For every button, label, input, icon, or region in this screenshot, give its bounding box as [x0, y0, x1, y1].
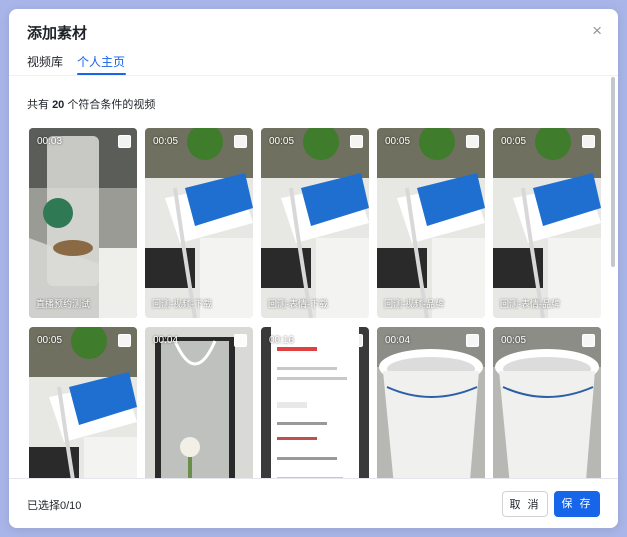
video-duration: 00:05: [269, 136, 295, 147]
video-card[interactable]: 00:16: [261, 327, 369, 478]
video-name: 回测-视频-品牌: [384, 299, 444, 309]
video-card[interactable]: 00:05 回测-视频-下载: [145, 128, 253, 318]
summary-count: 20: [52, 99, 65, 111]
active-tab-indicator: [77, 73, 126, 75]
video-duration: 00:05: [501, 136, 527, 147]
video-thumbnail: [261, 128, 369, 318]
video-thumbnail: [29, 128, 137, 318]
select-checkbox[interactable]: [118, 135, 131, 148]
video-card[interactable]: 00:05 回测-表情-品牌: [493, 128, 601, 318]
video-thumbnail: [493, 128, 601, 318]
select-checkbox[interactable]: [350, 135, 363, 148]
summary-suffix: 个符合条件的视频: [67, 99, 156, 111]
dialog-footer: 已选择0/10 取 消 保 存: [9, 478, 618, 528]
select-checkbox[interactable]: [350, 334, 363, 347]
video-card[interactable]: 00:05: [29, 327, 137, 478]
tab-personal-homepage[interactable]: 个人主页: [77, 53, 125, 70]
save-button[interactable]: 保 存: [554, 491, 600, 517]
video-card[interactable]: 00:05 回测-表情-下载: [261, 128, 369, 318]
select-checkbox[interactable]: [466, 334, 479, 347]
select-checkbox[interactable]: [582, 334, 595, 347]
video-duration: 00:03: [37, 136, 63, 147]
video-thumbnail: [377, 327, 485, 478]
cancel-button[interactable]: 取 消: [502, 491, 548, 517]
video-name: 回测-表情-下载: [268, 299, 328, 309]
summary-prefix: 共有: [27, 99, 49, 111]
video-thumbnail: [145, 327, 253, 478]
video-duration: 00:04: [385, 335, 411, 346]
video-card[interactable]: 00:03 直播预约测试: [29, 128, 137, 318]
tab-bar: 视频库 个人主页: [9, 49, 618, 76]
tab-video-library[interactable]: 视频库: [27, 53, 63, 70]
video-thumbnail: [493, 327, 601, 478]
video-thumbnail: [261, 327, 369, 478]
select-checkbox[interactable]: [234, 135, 247, 148]
result-summary: 共有 20 个符合条件的视频: [27, 96, 155, 112]
select-checkbox[interactable]: [466, 135, 479, 148]
scrollbar[interactable]: [611, 75, 615, 480]
video-name: 回测-视频-下载: [152, 299, 212, 309]
video-duration: 00:05: [153, 136, 179, 147]
video-duration: 00:05: [385, 136, 411, 147]
video-grid: 00:03 直播预约测试 00:05 回测-视频-下载 00:05 回测-表情-下载 00:…: [29, 128, 601, 478]
video-card[interactable]: 00:04: [377, 327, 485, 478]
video-duration: 00:05: [501, 335, 527, 346]
select-checkbox[interactable]: [234, 334, 247, 347]
selected-count: 已选择0/10: [27, 500, 82, 512]
dialog-title: 添加素材: [27, 25, 88, 42]
video-thumbnail: [145, 128, 253, 318]
video-card[interactable]: 00:04: [145, 327, 253, 478]
close-icon[interactable]: ×: [592, 22, 602, 39]
video-card[interactable]: 00:05: [493, 327, 601, 478]
select-checkbox[interactable]: [582, 135, 595, 148]
video-duration: 00:04: [153, 335, 179, 346]
video-thumbnail: [377, 128, 485, 318]
video-duration: 00:05: [37, 335, 63, 346]
video-thumbnail: [29, 327, 137, 478]
add-material-dialog: 添加素材 × 视频库 个人主页 共有 20 个符合条件的视频 00:03 直播预约…: [9, 9, 618, 528]
select-checkbox[interactable]: [118, 334, 131, 347]
scrollbar-thumb[interactable]: [611, 77, 615, 267]
video-duration: 00:16: [269, 335, 295, 346]
video-name: 回测-表情-品牌: [500, 299, 560, 309]
video-name: 直播预约测试: [36, 299, 91, 309]
video-card[interactable]: 00:05 回测-视频-品牌: [377, 128, 485, 318]
